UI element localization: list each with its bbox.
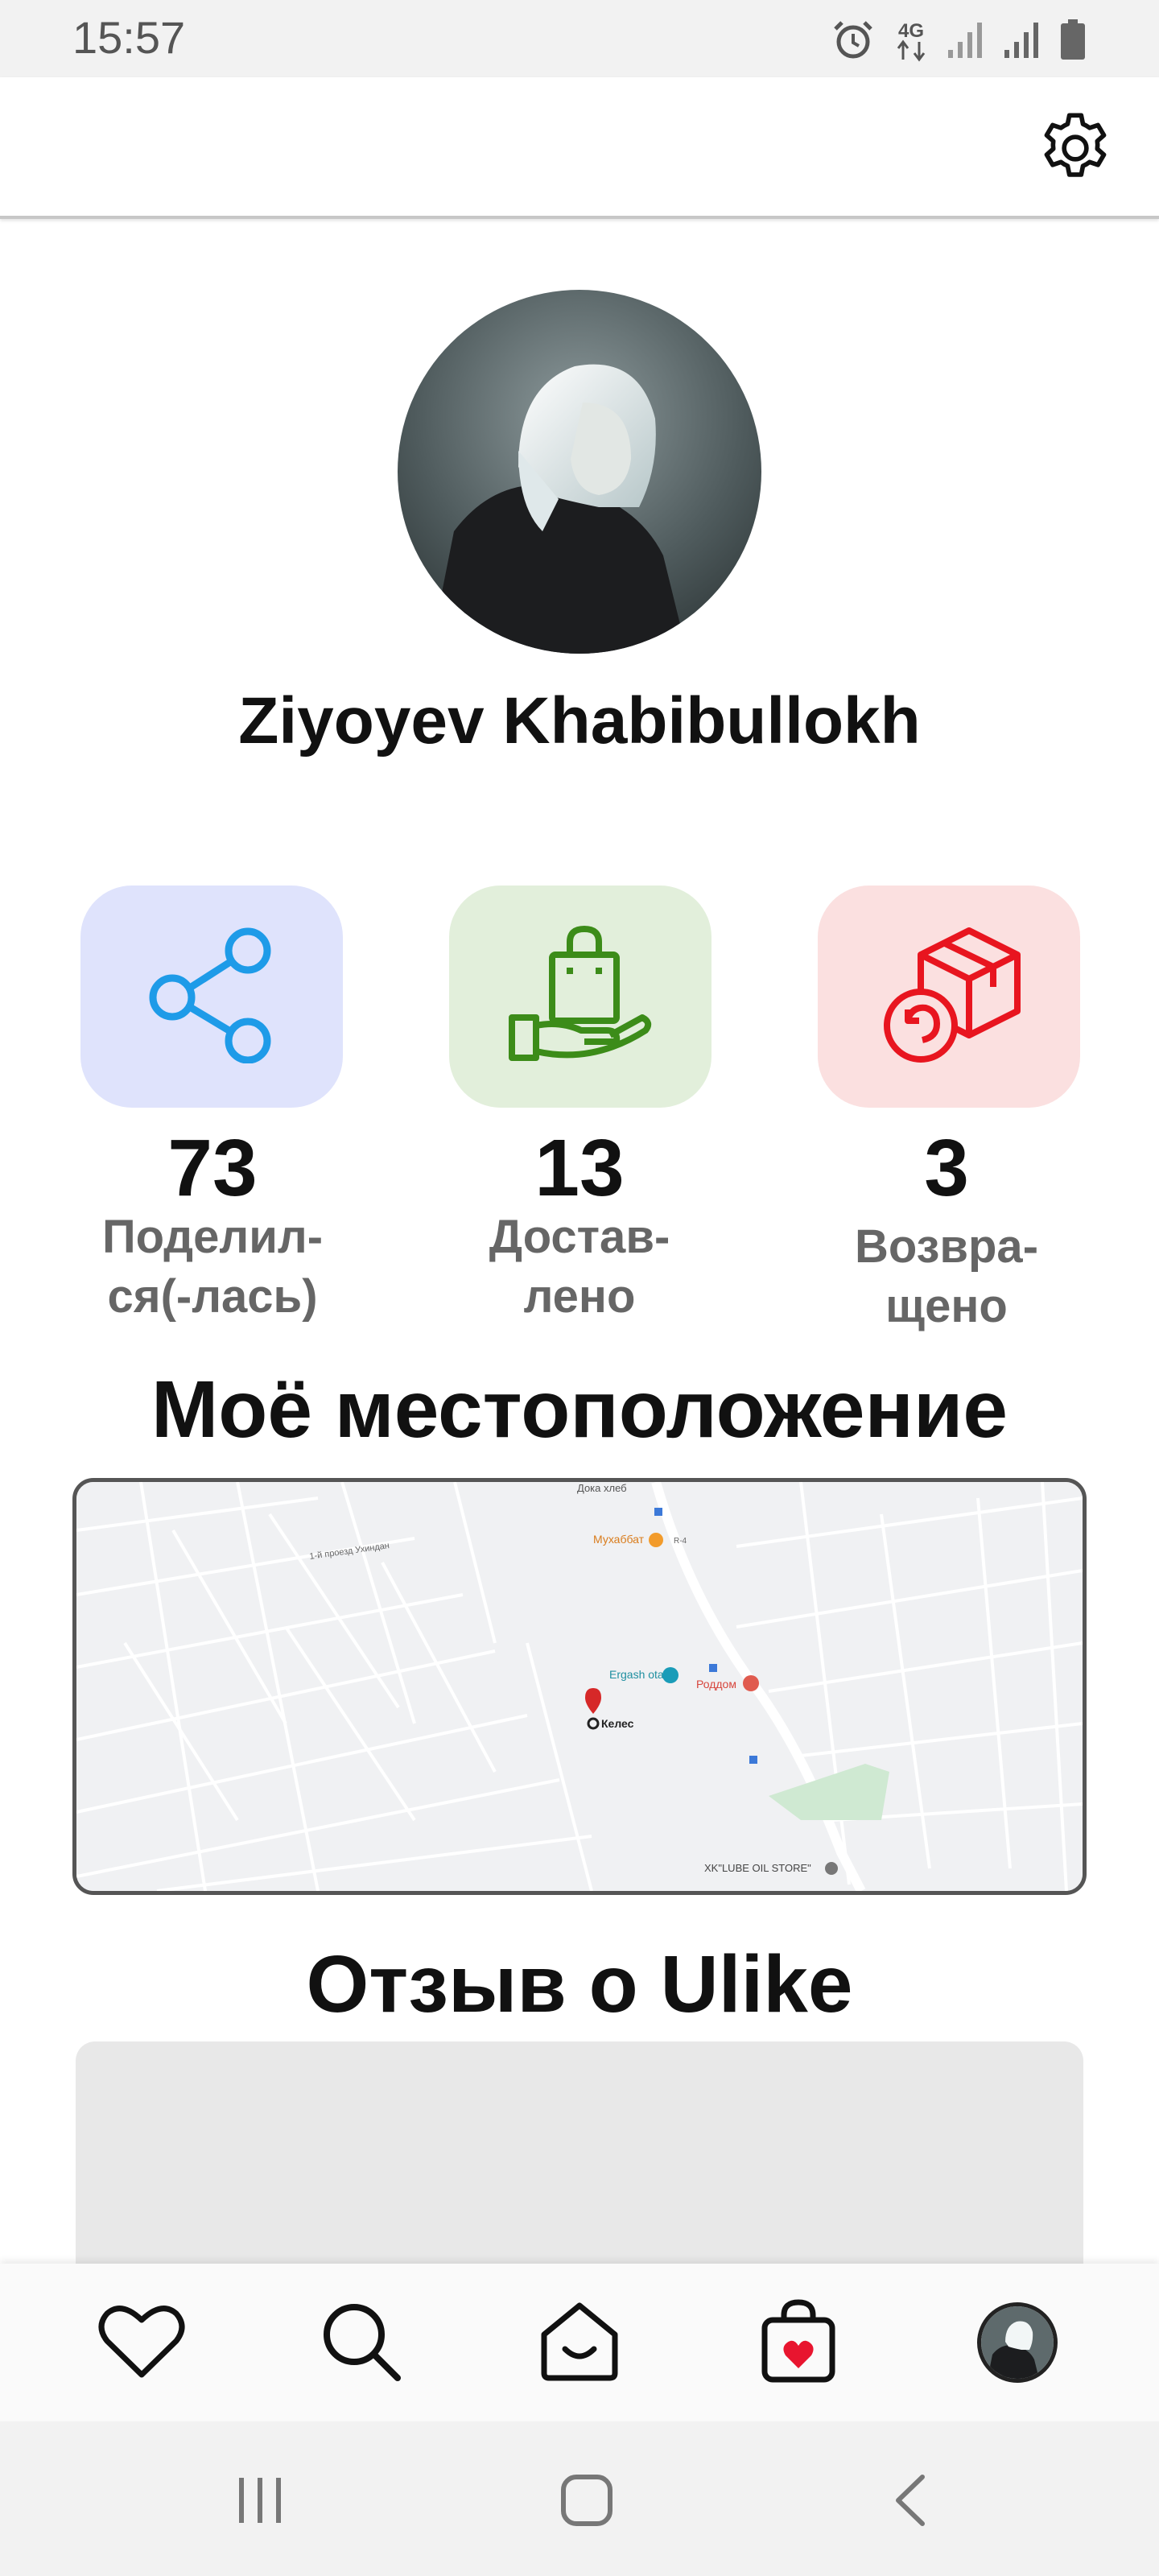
returned-stat-card[interactable] [818, 886, 1080, 1108]
returned-label: Возвра- щено [854, 1220, 1039, 1332]
delivered-bag-icon [504, 923, 657, 1071]
recent-apps-button[interactable] [224, 2470, 296, 2534]
status-time: 15:57 [72, 12, 186, 63]
svg-text:Роддом: Роддом [696, 1678, 736, 1690]
heart-icon [97, 2301, 186, 2385]
gear-icon [1033, 106, 1117, 194]
location-map[interactable]: Дока хлеб 1-й проезд Ухиндан Мухаббат R-… [72, 1478, 1087, 1895]
status-bar: 15:57 4G [0, 0, 1159, 77]
svg-text:Келес: Келес [601, 1717, 634, 1730]
signal-icon [1003, 21, 1041, 60]
status-icons: 4G [831, 16, 1087, 64]
settings-button[interactable] [1032, 106, 1119, 193]
home-button[interactable] [551, 2470, 623, 2534]
signal-icon [947, 21, 985, 60]
nav-cart[interactable] [742, 2286, 855, 2399]
search-icon [319, 2299, 402, 2387]
svg-text:4G: 4G [898, 20, 924, 42]
nav-search[interactable] [304, 2286, 417, 2399]
nav-favorites[interactable] [85, 2286, 198, 2399]
nav-home[interactable] [523, 2286, 636, 2399]
delivered-label: Достав- лено [489, 1211, 670, 1323]
battery-icon [1059, 19, 1087, 61]
shared-stat-card[interactable] [80, 886, 343, 1108]
return-box-icon [872, 923, 1025, 1071]
bottom-navigation [0, 2264, 1159, 2421]
svg-text:Ergash ota: Ergash ota [609, 1668, 664, 1681]
recent-apps-icon [232, 2475, 288, 2530]
share-icon [143, 927, 280, 1067]
shared-label: Поделил- ся(-лась) [101, 1211, 324, 1323]
profile-avatar[interactable] [398, 290, 761, 654]
delivered-stat-card[interactable] [449, 886, 711, 1108]
4g-icon: 4G [893, 16, 929, 64]
cart-icon [760, 2299, 837, 2387]
delivered-count: 13 [534, 1123, 625, 1213]
returned-count: 3 [924, 1123, 969, 1213]
alarm-icon [831, 18, 876, 63]
profile-avatar-small [977, 2302, 1058, 2383]
back-icon [890, 2472, 930, 2533]
app-bar [0, 77, 1159, 219]
user-name: Ziyoyev Khabibullokh [238, 684, 921, 758]
svg-text:Дока хлеб: Дока хлеб [577, 1482, 627, 1494]
location-title: Моё местоположение [151, 1364, 1008, 1455]
review-input[interactable] [76, 2041, 1083, 2283]
shared-count: 73 [167, 1123, 258, 1213]
svg-text:XK"LUBE OIL STORE": XK"LUBE OIL STORE" [704, 1862, 811, 1874]
home-button-icon [559, 2472, 615, 2533]
review-title: Отзыв о Ulike [306, 1939, 853, 2029]
nav-profile[interactable] [961, 2286, 1074, 2399]
system-navigation [0, 2421, 1159, 2576]
svg-text:R-4: R-4 [674, 1537, 687, 1546]
home-icon [538, 2299, 621, 2387]
back-button[interactable] [874, 2470, 947, 2534]
svg-text:Мухаббат: Мухаббат [593, 1533, 645, 1546]
